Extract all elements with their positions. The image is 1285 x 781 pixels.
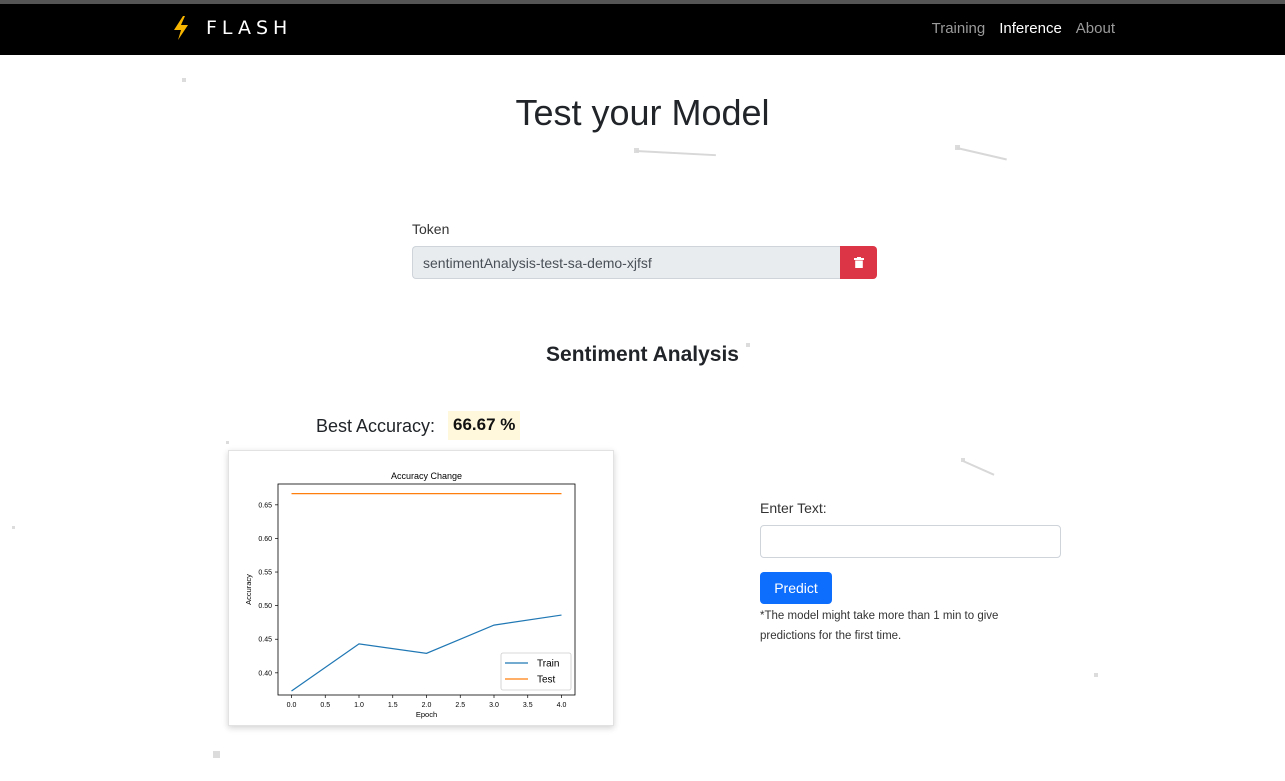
chart-title: Accuracy Change xyxy=(391,471,462,481)
particle-line xyxy=(956,147,1007,161)
x-tick-label: 1.5 xyxy=(388,702,398,709)
nav-about[interactable]: About xyxy=(1076,20,1115,37)
page-title: Test your Model xyxy=(515,92,770,133)
token-field[interactable] xyxy=(412,246,840,279)
predict-button[interactable]: Predict xyxy=(760,572,832,604)
nav-training[interactable]: Training xyxy=(932,20,986,37)
legend-label-train: Train xyxy=(537,659,559,670)
x-tick-label: 0.0 xyxy=(287,702,297,709)
brand[interactable]: FLASH xyxy=(172,16,292,40)
x-tick-label: 3.5 xyxy=(523,702,533,709)
trash-icon xyxy=(853,257,864,268)
navbar: FLASH Training Inference About xyxy=(0,4,1285,55)
token-input-group xyxy=(412,246,877,279)
enter-text-label: Enter Text: xyxy=(760,500,827,516)
task-title: Sentiment Analysis xyxy=(546,343,739,366)
y-tick-label: 0.55 xyxy=(258,570,272,577)
y-tick-label: 0.60 xyxy=(258,536,272,543)
y-tick-label: 0.40 xyxy=(258,670,272,677)
y-axis-label: Accuracy xyxy=(244,574,253,605)
x-tick-label: 2.0 xyxy=(422,702,432,709)
y-tick-label: 0.45 xyxy=(258,637,272,644)
x-tick-label: 4.0 xyxy=(557,702,567,709)
y-tick-label: 0.50 xyxy=(258,603,272,610)
particle-line xyxy=(962,460,995,476)
brand-name: FLASH xyxy=(206,17,293,39)
nav-inference[interactable]: Inference xyxy=(999,20,1062,37)
delete-token-button[interactable] xyxy=(840,246,877,279)
x-tick-label: 2.5 xyxy=(455,702,465,709)
x-axis-label: Epoch xyxy=(416,710,437,719)
accuracy-chart-card: Accuracy Change Epoch Accuracy 0.0 0.5 1.0 1.5… xyxy=(228,450,614,726)
x-tick-label: 0.5 xyxy=(320,702,330,709)
particle-dot xyxy=(226,441,229,444)
token-label: Token xyxy=(412,221,450,237)
particle-dot xyxy=(12,526,15,529)
legend-box xyxy=(500,652,572,691)
particle-dot xyxy=(1094,673,1098,677)
best-accuracy-value: 66.67 % xyxy=(448,411,521,440)
particle-line xyxy=(635,150,716,157)
nav-menu: Training Inference About xyxy=(932,20,1115,37)
lightning-icon xyxy=(174,16,188,40)
best-accuracy-label: Best Accuracy: xyxy=(316,416,436,436)
legend-label-test: Test xyxy=(537,675,556,686)
x-tick-label: 3.0 xyxy=(489,702,499,709)
y-tick-label: 0.65 xyxy=(258,502,272,509)
particle-dot xyxy=(213,751,220,758)
text-input[interactable] xyxy=(760,525,1061,558)
first-run-note: *The model might take more than 1 min to… xyxy=(760,610,999,642)
accuracy-chart: Accuracy Change Epoch Accuracy 0.0 0.5 1.0 1.5… xyxy=(244,471,576,719)
x-tick-label: 1.0 xyxy=(354,702,364,709)
particle-dot xyxy=(182,78,186,82)
